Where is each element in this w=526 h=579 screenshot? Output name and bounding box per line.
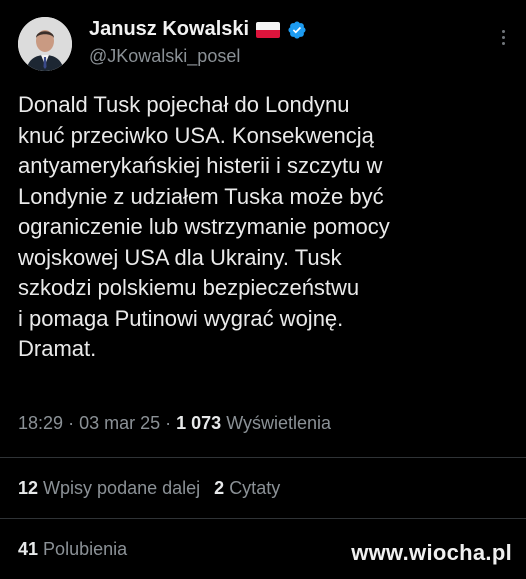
likes-label: Polubienia [43,539,128,559]
author-name-row: Janusz Kowalski [89,18,307,41]
divider [0,457,526,458]
author-name[interactable]: Janusz Kowalski [89,18,249,41]
meta-separator: · [165,413,177,433]
tweet-date[interactable]: 03 mar 25 [79,413,160,433]
reposts-stat[interactable]: 12 Wpisy podane dalej [18,478,200,498]
watermark: www.wiocha.pl [351,540,512,565]
author-handle[interactable]: @JKowalski_posel [89,46,240,67]
tweet-meta: 18:29 · 03 mar 25 · 1 073 Wyświetlenia [18,413,331,434]
quotes-label: Cytaty [229,478,281,498]
more-options-icon[interactable] [502,30,506,45]
reposts-label: Wpisy podane dalej [43,478,201,498]
quotes-stat[interactable]: 2 Cytaty [214,478,280,498]
quotes-count: 2 [214,478,225,498]
views-count: 1 073 [176,413,222,433]
views-label: Wyświetlenia [226,413,332,433]
meta-separator: · [68,413,80,433]
tweet-time[interactable]: 18:29 [18,413,63,433]
repost-quote-stats: 12 Wpisy podane dalej 2 Cytaty [18,478,280,499]
avatar-portrait [18,17,72,71]
avatar[interactable] [18,17,72,71]
tweet-card: Janusz Kowalski @JKowalski_posel Donald … [0,0,526,579]
reposts-count: 12 [18,478,39,498]
likes-count: 41 [18,539,39,559]
verified-badge-icon [288,20,306,39]
likes-stat[interactable]: 41 Polubienia [18,539,127,560]
divider [0,518,526,519]
tweet-text: Donald Tusk pojechał do Londynu knuć prz… [18,92,390,361]
poland-flag-icon [256,21,281,38]
